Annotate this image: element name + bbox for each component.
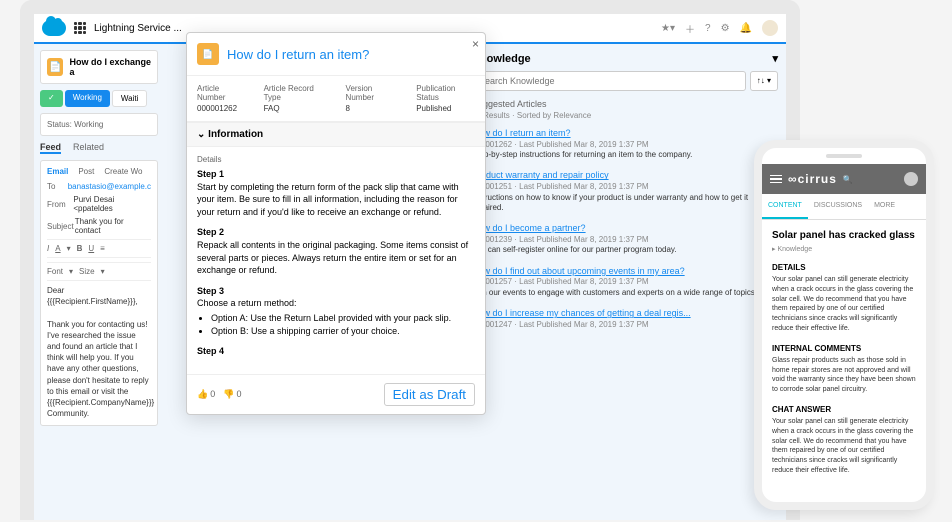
knowledge-item: How do I increase my chances of getting … <box>472 308 778 330</box>
tab-content[interactable]: CONTENT <box>762 194 808 219</box>
article-link[interactable]: How do I return an item? <box>472 128 571 138</box>
article-icon: 📄 <box>47 58 63 76</box>
user-avatar[interactable] <box>762 20 778 36</box>
stage-done[interactable]: ✓ <box>40 90 63 107</box>
article-icon: 📄 <box>197 43 219 65</box>
tab-feed[interactable]: Feed <box>40 142 61 154</box>
result-count: 10 Results · Sorted by Relevance <box>472 111 778 120</box>
rte-font-toolbar[interactable]: Font▾ Size▾ <box>47 262 151 281</box>
email-composer: Email Post Create Wo Tobanastasio@exampl… <box>40 160 158 426</box>
star-icon[interactable]: ★▾ <box>661 23 675 34</box>
phone-avatar[interactable] <box>904 172 918 186</box>
modal-body: Details Step 1Start by completing the re… <box>187 147 485 374</box>
to-field[interactable]: banastasio@example.c <box>68 182 151 191</box>
article-link[interactable]: Product warranty and repair policy <box>472 170 609 180</box>
article-link[interactable]: How do I increase my chances of getting … <box>472 308 691 318</box>
tab-more[interactable]: MORE <box>868 194 901 219</box>
knowledge-search-input[interactable] <box>472 71 746 91</box>
detail-tabs: Feed Related <box>40 136 158 160</box>
app-name: Lightning Service ... <box>94 23 182 34</box>
tab-discussions[interactable]: DISCUSSIONS <box>808 194 868 219</box>
chevron-down-icon[interactable]: ▾ <box>772 52 778 65</box>
bell-icon[interactable]: 🔔 <box>740 23 752 34</box>
subject-field[interactable]: Thank you for contact <box>75 217 151 235</box>
topbar-actions: ★▾ ＋ ? ⚙ 🔔 <box>661 20 778 36</box>
suggested-label: Suggested Articles <box>472 99 778 109</box>
phone-content: Solar panel has cracked glass ▸ Knowledg… <box>762 220 926 500</box>
sort-toggle[interactable]: ↑↓ ▾ <box>750 71 778 91</box>
modal-title: How do I return an item? <box>227 47 369 62</box>
modal-footer: 👍 0 👎 0 Edit as Draft <box>187 374 485 414</box>
close-icon[interactable]: × <box>472 37 479 51</box>
case-header: 📄 How do I exchange a <box>40 50 158 84</box>
knowledge-item: How do I find out about upcoming events … <box>472 266 778 298</box>
search-icon[interactable]: 🔍 <box>843 175 853 184</box>
menu-icon[interactable] <box>770 175 782 184</box>
edit-as-draft-button[interactable]: Edit as Draft <box>384 383 475 406</box>
thumbs-up-icon[interactable]: 👍 0 <box>197 389 215 400</box>
stage-working[interactable]: Working <box>65 90 110 107</box>
salesforce-logo-icon <box>42 20 66 36</box>
article-link[interactable]: How do I find out about upcoming events … <box>472 266 685 276</box>
tab-related[interactable]: Related <box>73 142 104 154</box>
knowledge-item: How do I become a partner?000001239 · La… <box>472 223 778 255</box>
article-link[interactable]: How do I become a partner? <box>472 223 586 233</box>
knowledge-list: How do I return an item?000001262 · Last… <box>472 128 778 330</box>
gear-icon[interactable]: ⚙ <box>721 23 730 34</box>
phone-tag: ▸ Knowledge <box>772 245 916 253</box>
create-tab[interactable]: Create Wo <box>104 167 142 176</box>
phone-frame: ∞cirrus 🔍 CONTENT DISCUSSIONS MORE Solar… <box>754 140 934 510</box>
stage-path: ✓ Working Waiti <box>40 90 158 107</box>
help-icon[interactable]: ? <box>705 23 711 34</box>
post-tab[interactable]: Post <box>78 167 94 176</box>
rte-toolbar[interactable]: IA▾BU≡ <box>47 239 151 258</box>
knowledge-item: How do I return an item?000001262 · Last… <box>472 128 778 160</box>
email-tab[interactable]: Email <box>47 167 68 176</box>
information-section-toggle[interactable]: Information <box>187 122 485 147</box>
thumbs-down-icon[interactable]: 👎 0 <box>223 389 241 400</box>
modal-meta: Article Number000001262 Article Record T… <box>187 76 485 122</box>
stage-waiting[interactable]: Waiti <box>112 90 147 107</box>
knowledge-panel: Knowledge ▾ ↑↓ ▾ Suggested Articles 10 R… <box>464 44 786 520</box>
article-modal: × 📄 How do I return an item? Article Num… <box>186 32 486 415</box>
app-launcher-icon[interactable] <box>74 22 86 34</box>
status-row: Status: Working <box>40 113 158 136</box>
phone-header: ∞cirrus 🔍 <box>762 164 926 194</box>
cirrus-logo: ∞cirrus <box>788 172 837 186</box>
plus-icon[interactable]: ＋ <box>685 21 695 36</box>
laptop-frame: Lightning Service ... ★▾ ＋ ? ⚙ 🔔 📄 How d… <box>20 0 800 520</box>
phone-tabs: CONTENT DISCUSSIONS MORE <box>762 194 926 220</box>
email-body[interactable]: Dear {{{Recipient.FirstName}}}, Thank yo… <box>47 285 151 419</box>
case-title: How do I exchange a <box>69 57 151 77</box>
from-field[interactable]: Purvi Desai <ppateldes <box>73 195 151 213</box>
phone-speaker <box>826 154 862 158</box>
left-pane: 📄 How do I exchange a ✓ Working Waiti St… <box>34 44 164 520</box>
knowledge-item: Product warranty and repair policy000001… <box>472 170 778 213</box>
phone-article-title: Solar panel has cracked glass <box>772 230 916 241</box>
